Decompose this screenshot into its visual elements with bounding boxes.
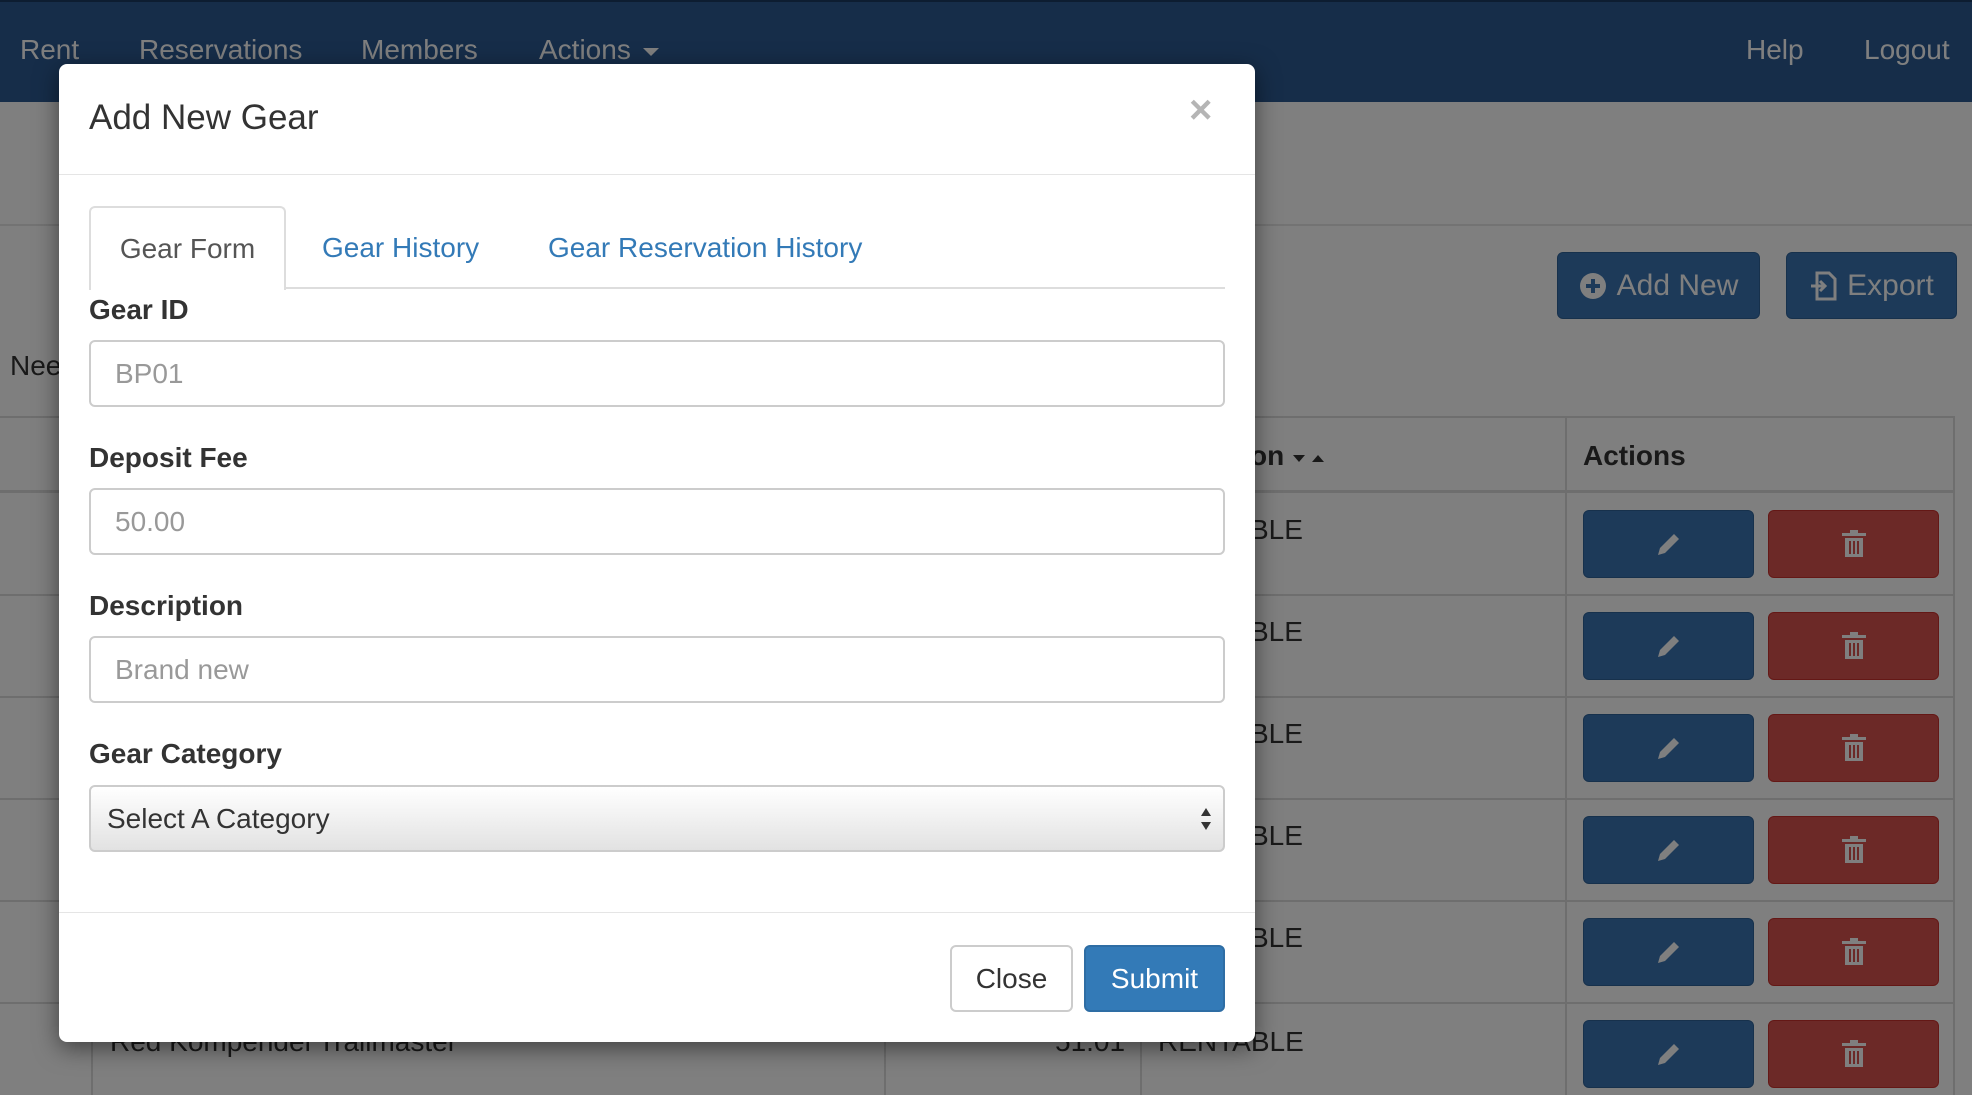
- tab-gear-reservation-history[interactable]: Gear Reservation History: [548, 232, 862, 264]
- select-arrows-icon: [1201, 808, 1211, 830]
- tab-gear-history[interactable]: Gear History: [322, 232, 479, 264]
- gear-category-selected: Select A Category: [107, 802, 330, 834]
- description-label: Description: [89, 590, 244, 621]
- add-gear-modal: Add New Gear × Gear Form Gear History Ge…: [59, 64, 1255, 1042]
- gear-id-input[interactable]: BP01: [89, 340, 1225, 407]
- submit-button[interactable]: Submit: [1084, 945, 1225, 1012]
- close-icon[interactable]: ×: [1189, 90, 1212, 130]
- gear-category-label: Gear Category: [89, 738, 282, 769]
- gear-category-select[interactable]: Select A Category: [89, 785, 1225, 852]
- modal-footer-divider: [59, 912, 1255, 913]
- description-input[interactable]: Brand new: [89, 636, 1225, 703]
- deposit-fee-input[interactable]: 50.00: [89, 488, 1225, 555]
- modal-header-divider: [59, 174, 1255, 175]
- tab-gear-form[interactable]: Gear Form: [89, 206, 286, 290]
- gear-id-label: Gear ID: [89, 294, 189, 325]
- deposit-fee-label: Deposit Fee: [89, 442, 248, 473]
- modal-title: Add New Gear: [89, 98, 319, 137]
- close-button[interactable]: Close: [950, 945, 1073, 1012]
